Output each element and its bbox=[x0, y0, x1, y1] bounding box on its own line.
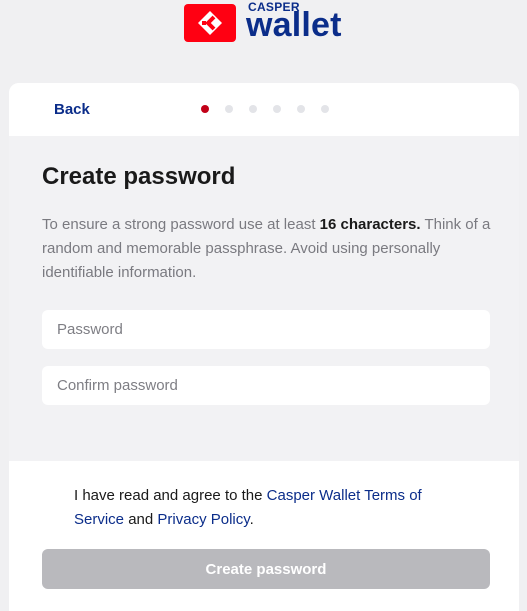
step-indicator bbox=[201, 105, 345, 113]
step-dot-6 bbox=[321, 105, 329, 113]
step-dot-3 bbox=[249, 105, 257, 113]
logo-wallet-text: wallet bbox=[246, 6, 342, 44]
casper-wallet-logo: CASPER wallet bbox=[184, 0, 356, 44]
instructions-text-1: To ensure a strong password use at least bbox=[42, 216, 320, 233]
terms-agreement: I have read and agree to the Casper Wall… bbox=[74, 484, 474, 532]
password-instructions: To ensure a strong password use at least… bbox=[42, 213, 492, 285]
terms-text-2: and bbox=[124, 511, 158, 528]
logo-wordmark: CASPER wallet bbox=[246, 0, 356, 44]
step-dot-2 bbox=[225, 105, 233, 113]
step-dot-4 bbox=[273, 105, 281, 113]
create-password-button[interactable]: Create password bbox=[42, 549, 490, 589]
password-form-section: Create password To ensure a strong passw… bbox=[9, 136, 519, 461]
terms-text-3: . bbox=[249, 511, 254, 528]
create-password-card: Back Create password To ensure a strong … bbox=[9, 83, 519, 611]
page-title: Create password bbox=[42, 163, 236, 190]
back-button[interactable]: Back bbox=[54, 101, 90, 118]
card-header: Back bbox=[9, 83, 519, 136]
password-input[interactable] bbox=[42, 310, 490, 349]
terms-text-1: I have read and agree to the bbox=[74, 487, 267, 504]
step-dot-1 bbox=[201, 105, 209, 113]
confirm-password-input[interactable] bbox=[42, 366, 490, 405]
casper-logo-icon bbox=[184, 4, 236, 42]
privacy-policy-link[interactable]: Privacy Policy bbox=[157, 511, 249, 528]
instructions-highlight: 16 characters. bbox=[319, 216, 421, 233]
step-dot-5 bbox=[297, 105, 305, 113]
